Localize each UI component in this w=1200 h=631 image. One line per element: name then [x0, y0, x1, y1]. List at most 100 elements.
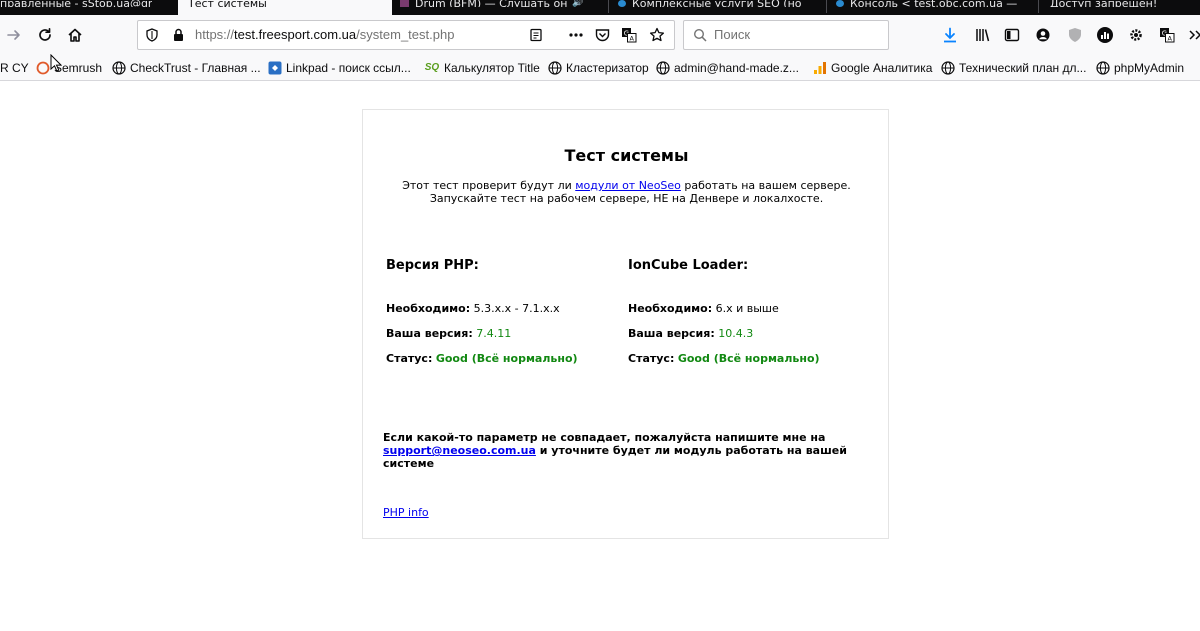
- stats-extension-icon[interactable]: [1096, 26, 1114, 44]
- bookmark-star-icon[interactable]: [649, 27, 665, 43]
- bookmark-tech-plan[interactable]: Технический план дл...: [941, 55, 1086, 80]
- globe-icon: [1096, 60, 1110, 75]
- ioncube-heading: IonCube Loader:: [628, 258, 749, 273]
- downloads-icon[interactable]: [941, 26, 959, 44]
- library-icon[interactable]: [974, 26, 992, 44]
- gear-extension-icon[interactable]: [1127, 26, 1145, 44]
- speaker-icon[interactable]: 🔊: [572, 0, 583, 8]
- tab-console[interactable]: Консоль < test.obc.com.ua —: [836, 0, 1036, 15]
- tab-access-denied[interactable]: Доступ запрещен!: [1050, 0, 1200, 15]
- bookmark-label: phpMyAdmin: [1114, 60, 1185, 75]
- url-scheme: https://: [195, 27, 235, 42]
- address-bar[interactable]: https://test.freesport.com.ua/system_tes…: [137, 20, 675, 50]
- page-title: Тест системы: [564, 146, 689, 165]
- tab-label: правленные - sStop.ua@gr: [0, 0, 153, 7]
- php-required-row: Необходимо: 5.3.x.x - 7.1.x.x: [386, 302, 560, 315]
- url-text[interactable]: https://test.freesport.com.ua/system_tes…: [195, 21, 454, 49]
- semrush-icon: [36, 61, 50, 75]
- bookmark-admin-handmade[interactable]: admin@hand-made.z...: [656, 55, 799, 80]
- ioncube-version-row: Ваша версия: 10.4.3: [628, 327, 753, 340]
- bookmark-label: Google Аналитика: [831, 60, 933, 75]
- search-icon: [692, 27, 708, 43]
- tab-strip: правленные - sStop.ua@gr Тест системы Dr…: [0, 0, 1200, 15]
- php-status-row: Статус: Good (Всё нормально): [386, 352, 578, 365]
- ioncube-required-label: Необходимо:: [628, 302, 713, 315]
- svg-text:A: A: [629, 35, 634, 43]
- intro-text: Этот тест проверит будут ли: [402, 179, 576, 192]
- bookmark-label: Технический план дл...: [959, 60, 1087, 75]
- tab-sstop[interactable]: правленные - sStop.ua@gr: [0, 0, 165, 15]
- page-actions-icon[interactable]: [568, 27, 584, 43]
- translate-icon[interactable]: GA: [621, 27, 637, 43]
- globe-icon: [112, 60, 126, 75]
- home-button[interactable]: [62, 22, 88, 48]
- bookmark-linkpad[interactable]: Linkpad - поиск ссыл...: [268, 55, 411, 80]
- bookmark-label: R CY: [0, 60, 29, 75]
- bookmark-semrush[interactable]: Semrush: [36, 55, 102, 80]
- reload-button[interactable]: [32, 22, 58, 48]
- php-version-row: Ваша версия: 7.4.11: [386, 327, 511, 340]
- url-host: test.freesport.com.ua: [234, 27, 357, 42]
- linkpad-icon: [268, 61, 282, 75]
- tab-label: Доступ запрещен!: [1050, 0, 1158, 7]
- neoseo-modules-link[interactable]: модули от NeoSeo: [575, 179, 681, 192]
- more-extensions-icon[interactable]: [1186, 26, 1200, 44]
- search-bar[interactable]: Поиск: [683, 20, 889, 50]
- ioncube-version-value: 10.4.3: [718, 327, 754, 340]
- php-required-label: Необходимо:: [386, 302, 471, 315]
- php-status-label: Статус:: [386, 352, 433, 365]
- globe-icon: [656, 60, 670, 75]
- support-notice: Если какой-то параметр не совпадает, пож…: [383, 431, 863, 470]
- bookmark-label: Калькулятор Title: [444, 60, 540, 75]
- bookmark-label: CheckTrust - Главная ...: [130, 60, 261, 75]
- bookmark-label: Кластеризатор: [566, 60, 649, 75]
- bookmark-label: admin@hand-made.z...: [674, 60, 799, 75]
- system-test-card: Тест системы Этот тест проверит будут ли…: [362, 109, 889, 539]
- ioncube-status-value: Good (Всё нормально): [677, 352, 820, 365]
- forward-arrow-icon: [7, 30, 20, 40]
- bookmark-title-calc[interactable]: SQ Калькулятор Title: [424, 55, 540, 80]
- ioncube-status-row: Статус: Good (Всё нормально): [628, 352, 820, 365]
- site-favicon-icon: [836, 0, 844, 7]
- forward-button[interactable]: [1, 22, 27, 48]
- tab-label: Drum (BFM) — Слушать он: [415, 0, 568, 7]
- php-info-link[interactable]: PHP info: [383, 506, 429, 519]
- mouse-cursor-icon: [50, 54, 62, 72]
- bookmark-clusterizer[interactable]: Кластеризатор: [548, 55, 649, 80]
- bookmark-label: Linkpad - поиск ссыл...: [286, 60, 411, 75]
- url-path: /system_test.php: [356, 27, 455, 42]
- tracking-protection-shield-icon[interactable]: [144, 27, 160, 43]
- tab-separator: [826, 0, 827, 13]
- support-email-link[interactable]: support@neoseo.com.ua: [383, 444, 536, 457]
- analytics-icon: [813, 61, 827, 75]
- globe-icon: [941, 60, 955, 75]
- tab-separator: [1038, 0, 1039, 13]
- php-required-value: 5.3.x.x - 7.1.x.x: [473, 302, 560, 315]
- bookmark-rcy[interactable]: R CY: [0, 55, 29, 80]
- tab-drum[interactable]: Drum (BFM) — Слушать он 🔊: [400, 0, 608, 15]
- php-version-value: 7.4.11: [476, 327, 512, 340]
- tab-seo-services[interactable]: Комплексные услуги SEO (но: [618, 0, 823, 15]
- bookmark-phpmyadmin[interactable]: phpMyAdmin: [1096, 55, 1184, 80]
- bookmark-google-analytics[interactable]: Google Аналитика: [813, 55, 932, 80]
- reader-view-icon[interactable]: [528, 27, 544, 43]
- tab-label: Комплексные услуги SEO (но: [632, 0, 802, 7]
- tab-system-test[interactable]: Тест системы: [178, 0, 392, 15]
- intro-line-1: Этот тест проверит будут ли модули от Ne…: [363, 179, 890, 192]
- account-icon[interactable]: [1034, 26, 1052, 44]
- php-version-label: Ваша версия:: [386, 327, 473, 340]
- lock-icon[interactable]: [170, 27, 186, 43]
- ioncube-status-label: Статус:: [628, 352, 675, 365]
- intro-text: работать на вашем сервере.: [680, 179, 851, 192]
- translate-extension-icon[interactable]: GA: [1158, 26, 1176, 44]
- php-status-value: Good (Всё нормально): [435, 352, 578, 365]
- adblock-shield-icon[interactable]: [1066, 26, 1084, 44]
- sidebar-icon[interactable]: [1003, 26, 1021, 44]
- home-icon: [68, 28, 82, 42]
- notice-text: Если какой-то параметр не совпадает, пож…: [383, 431, 826, 444]
- tab-label: Консоль < test.obc.com.ua —: [850, 0, 1018, 7]
- pocket-icon[interactable]: [594, 27, 610, 43]
- tab-separator: [608, 0, 609, 13]
- svg-text:A: A: [1167, 35, 1172, 43]
- bookmark-checktrust[interactable]: CheckTrust - Главная ...: [112, 55, 261, 80]
